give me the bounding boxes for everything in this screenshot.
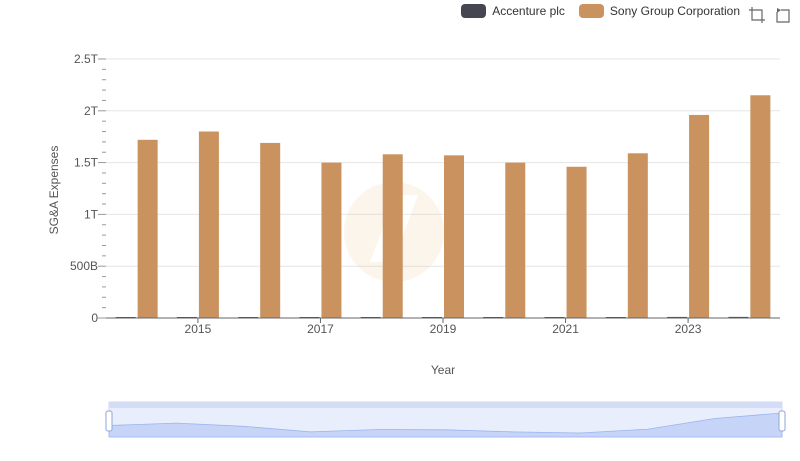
bar-sony-2020[interactable] [505,162,526,318]
bars-group [115,95,771,318]
zoom-handle-right[interactable] [778,410,786,432]
bar-sony-2023[interactable] [689,114,710,318]
y-axis-title: SG&A Expenses [47,146,61,235]
bar-sony-2021[interactable] [566,166,587,318]
y-tick-label: 2.5T [74,52,99,66]
x-tick-label: 2021 [552,322,579,336]
y-tick-label: 1.5T [74,156,99,170]
y-tick-label: 1T [84,207,99,221]
bar-sony-2015[interactable] [198,131,219,318]
bar-sony-2024[interactable] [750,95,771,318]
x-tick-label: 2017 [307,322,334,336]
chart-canvas: 0 500B 1T 1.5T 2T 2.5T 2015 2017 2019 2021 2023 SG… [47,52,786,438]
x-tick-label: 2019 [430,322,457,336]
x-tick-label: 2015 [185,322,212,336]
zoom-handle-left[interactable] [105,410,113,432]
x-tick-label: 2023 [675,322,702,336]
x-axis-title: Year [431,363,455,377]
y-tick-label: 500B [70,259,98,273]
bar-sony-2022[interactable] [627,153,648,318]
bar-sony-2019[interactable] [444,155,464,318]
data-zoom-slider[interactable] [105,401,786,438]
y-tick-label: 0 [91,311,98,325]
zoom-top-bar[interactable] [109,402,782,408]
bar-sony-2014[interactable] [137,139,158,318]
bar-sony-2017[interactable] [321,162,342,318]
bar-sony-2018[interactable] [382,154,403,318]
y-tick-label: 2T [84,104,99,118]
bar-sony-2016[interactable] [260,142,281,318]
